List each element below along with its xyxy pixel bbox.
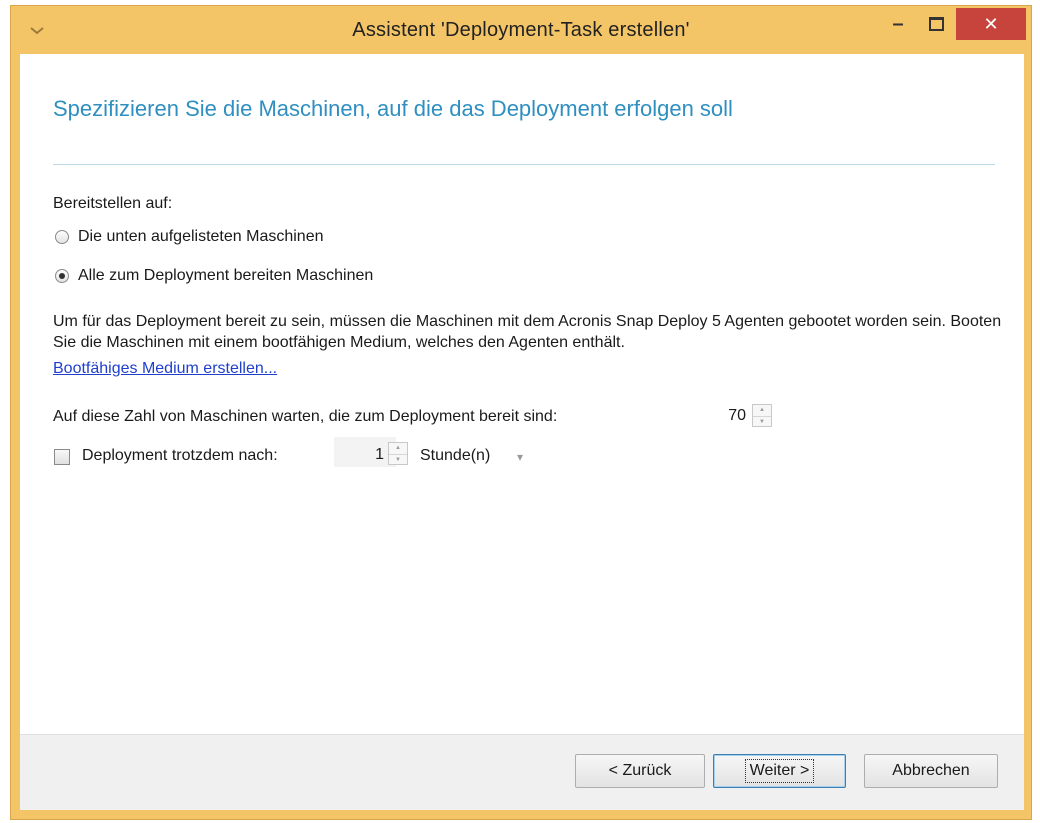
deploy-anyway-value[interactable]: 1 (350, 446, 384, 464)
radio-button-selected[interactable] (55, 269, 69, 283)
divider (53, 164, 995, 165)
chevron-down-icon[interactable]: ▾ (517, 450, 523, 464)
deploy-anyway-stepper[interactable]: ▲ ▼ (388, 442, 408, 465)
time-unit-select[interactable]: Stunde(n) (420, 447, 490, 465)
deploy-anyway-label[interactable]: Deployment trotzdem nach: (82, 447, 278, 465)
wait-count-stepper[interactable]: ▲ ▼ (752, 404, 772, 427)
page-title: Spezifizieren Sie die Maschinen, auf die… (53, 96, 733, 121)
back-button[interactable]: < Zurück (575, 754, 705, 788)
maximize-icon[interactable] (919, 8, 953, 40)
create-boot-media-link[interactable]: Bootfähiges Medium erstellen... (53, 360, 277, 378)
close-icon[interactable]: ✕ (956, 8, 1026, 40)
button-bar: < Zurück Weiter > Abbrechen (20, 734, 1024, 810)
wait-count-value[interactable]: 70 (710, 407, 746, 425)
stepper-up-icon[interactable]: ▲ (753, 405, 771, 417)
wizard-content: Spezifizieren Sie die Maschinen, auf die… (20, 54, 1024, 734)
deploy-target-label: Bereitstellen auf: (53, 195, 173, 212)
radio-label[interactable]: Die unten aufgelisteten Maschinen (78, 228, 324, 246)
next-button-label[interactable]: Weiter > (744, 759, 815, 783)
window-title: Assistent 'Deployment-Task erstellen' (352, 19, 690, 41)
radio-dot (59, 273, 65, 279)
info-text: Um für das Deployment bereit zu sein, mü… (53, 313, 1002, 351)
cancel-button[interactable]: Abbrechen (864, 754, 998, 788)
stepper-down-icon[interactable]: ▼ (389, 455, 407, 466)
next-button[interactable]: Weiter > (713, 754, 846, 788)
minimize-icon[interactable]: – (881, 8, 915, 40)
wait-count-label: Auf diese Zahl von Maschinen warten, die… (53, 408, 558, 425)
title-bar[interactable]: Assistent 'Deployment-Task erstellen' – … (11, 6, 1031, 54)
radio-label[interactable]: Alle zum Deployment bereiten Maschinen (78, 267, 373, 285)
wizard-window: Assistent 'Deployment-Task erstellen' – … (10, 5, 1032, 820)
radio-button[interactable] (55, 230, 69, 244)
deploy-anyway-checkbox[interactable] (54, 449, 70, 465)
stepper-down-icon[interactable]: ▼ (753, 417, 771, 428)
stepper-up-icon[interactable]: ▲ (389, 443, 407, 455)
